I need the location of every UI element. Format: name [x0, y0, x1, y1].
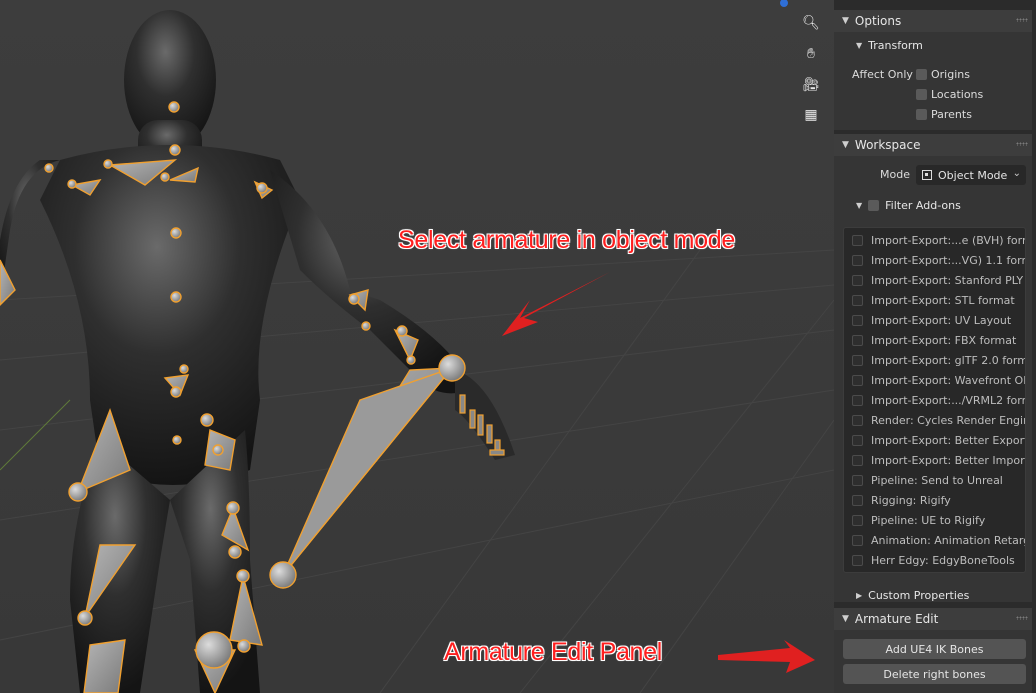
scene-render: [0, 0, 834, 693]
list-item[interactable]: Import-Export:...VG) 1.1 format: [852, 251, 1025, 269]
mode-value: Object Mode: [938, 168, 1008, 182]
locations-label: Locations: [931, 88, 984, 101]
parents-label: Parents: [931, 108, 972, 121]
list-item[interactable]: Import-Export: Stanford PLY f...: [852, 271, 1025, 289]
workspace-title: Workspace: [854, 138, 921, 152]
addon-checkbox[interactable]: [852, 534, 863, 546]
addon-checkbox[interactable]: [852, 274, 863, 286]
list-item[interactable]: Import-Export: FBX format: [852, 331, 1016, 349]
origins-checkbox[interactable]: [916, 69, 927, 80]
armature-edit-panel-header[interactable]: ▼ Armature Edit: [834, 608, 1032, 630]
expand-triangle-icon: ▶: [856, 591, 863, 600]
gizmo-dot: [780, 0, 788, 7]
list-item[interactable]: Import-Export: Wavefront OB...: [852, 371, 1025, 389]
addon-checkbox[interactable]: [852, 314, 863, 326]
list-item[interactable]: Pipeline: UE to Rigify: [852, 511, 985, 529]
filter-addons-header[interactable]: ▼ Filter Add-ons: [856, 199, 961, 212]
annotation-armature-edit-panel: Armature Edit Panel: [444, 638, 663, 666]
addon-checkbox[interactable]: [852, 414, 863, 426]
mode-dropdown[interactable]: Object Mode ⌄: [916, 165, 1026, 185]
collapse-triangle-icon: ▼: [856, 201, 863, 210]
object-mode-icon: [922, 170, 932, 180]
list-item[interactable]: Rigging: Rigify: [852, 491, 951, 509]
list-item[interactable]: Animation: Animation Retarg...: [852, 531, 1025, 549]
annotation-select-armature: Select armature in object mode: [398, 226, 736, 254]
collapse-triangle-icon: ▼: [842, 614, 849, 624]
addon-checkbox[interactable]: [852, 494, 863, 506]
addon-checkbox[interactable]: [852, 394, 863, 406]
list-item[interactable]: Import-Export:.../VRML2 format: [852, 391, 1025, 409]
collapse-triangle-icon: ▼: [856, 41, 863, 50]
addon-list[interactable]: Import-Export:...e (BVH) format Import-E…: [843, 227, 1026, 573]
addon-checkbox[interactable]: [852, 294, 863, 306]
zoom-icon[interactable]: 🔍︎: [798, 10, 824, 36]
addon-checkbox[interactable]: [852, 354, 863, 366]
filter-addons-label: Filter Add-ons: [885, 199, 961, 212]
drag-grip-icon[interactable]: [1016, 18, 1028, 22]
list-item[interactable]: Import-Export: glTF 2.0 format: [852, 351, 1025, 369]
list-item[interactable]: Import-Export: Better Export ...: [852, 431, 1025, 449]
collapse-triangle-icon: ▼: [842, 16, 849, 26]
drag-grip-icon[interactable]: [1016, 616, 1028, 620]
annotation-arrows: [502, 272, 815, 673]
addon-checkbox[interactable]: [852, 454, 863, 466]
camera-icon[interactable]: 🎥︎: [798, 72, 824, 98]
addon-checkbox[interactable]: [852, 474, 863, 486]
addon-checkbox[interactable]: [852, 554, 863, 566]
collapse-triangle-icon: ▼: [842, 140, 849, 150]
3d-viewport[interactable]: 🔍︎ ✋︎ 🎥︎ ▦ Select armature in object mod…: [0, 0, 834, 693]
list-item[interactable]: Import-Export: Better Import ...: [852, 451, 1025, 469]
character-mesh: [0, 10, 515, 693]
options-title: Options: [854, 14, 902, 28]
add-ue4-ik-bones-button[interactable]: Add UE4 IK Bones: [843, 639, 1026, 659]
drag-grip-icon[interactable]: [1016, 142, 1028, 146]
list-item[interactable]: Import-Export: STL format: [852, 291, 1015, 309]
filter-addons-checkbox[interactable]: [868, 200, 880, 211]
list-item[interactable]: Import-Export:...e (BVH) format: [852, 231, 1025, 249]
delete-right-bones-button[interactable]: Delete right bones: [843, 664, 1026, 684]
list-item[interactable]: Import-Export: UV Layout: [852, 311, 1011, 329]
armature-edit-title: Armature Edit: [854, 612, 939, 626]
options-panel-header[interactable]: ▼ Options: [834, 10, 1032, 32]
list-item[interactable]: Herr Edgy: EdgyBoneTools: [852, 551, 1015, 569]
transform-title: Transform: [868, 39, 923, 52]
transform-subpanel-header[interactable]: ▼ Transform: [856, 39, 923, 52]
addon-checkbox[interactable]: [852, 514, 863, 526]
addon-checkbox[interactable]: [852, 374, 863, 386]
list-item[interactable]: Render: Cycles Render Engine: [852, 411, 1025, 429]
addon-checkbox[interactable]: [852, 434, 863, 446]
addon-checkbox[interactable]: [852, 234, 863, 246]
addon-checkbox[interactable]: [852, 254, 863, 266]
list-item[interactable]: Pipeline: Send to Unreal: [852, 471, 1003, 489]
workspace-panel-header[interactable]: ▼ Workspace: [834, 134, 1032, 156]
custom-properties-header[interactable]: ▶ Custom Properties: [856, 589, 969, 602]
mode-label: Mode: [880, 168, 910, 181]
grid-perspective-icon[interactable]: ▦: [798, 102, 824, 128]
chevron-down-icon: ⌄: [1012, 168, 1021, 179]
parents-checkbox[interactable]: [916, 109, 927, 120]
hand-pan-icon[interactable]: ✋︎: [798, 41, 824, 67]
affect-only-label: Affect Only: [852, 68, 913, 81]
addon-checkbox[interactable]: [852, 334, 863, 346]
locations-checkbox[interactable]: [916, 89, 927, 100]
origins-label: Origins: [931, 68, 970, 81]
custom-properties-label: Custom Properties: [868, 589, 970, 602]
